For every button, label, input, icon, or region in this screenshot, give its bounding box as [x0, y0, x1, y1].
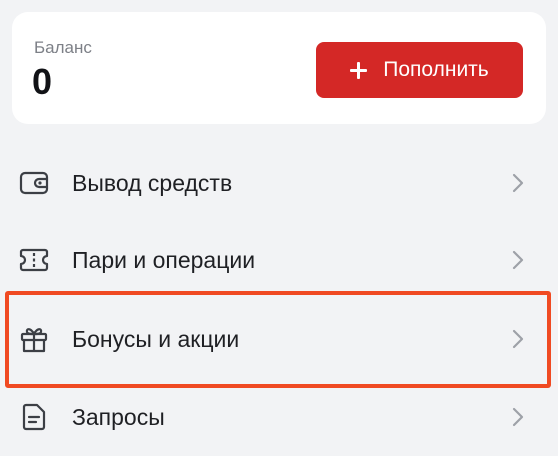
- menu-item-requests[interactable]: Запросы: [0, 381, 558, 453]
- menu-item-label: Бонусы и акции: [72, 325, 240, 352]
- balance-label: Баланс: [34, 38, 92, 57]
- document-icon: [18, 401, 50, 433]
- menu-item-label: Запросы: [72, 403, 165, 430]
- menu-item-bonuses[interactable]: Бонусы и акции: [0, 303, 558, 375]
- menu-item-label: Пари и операции: [72, 246, 256, 273]
- menu-item-label: Вывод средств: [72, 169, 233, 196]
- menu-item-bets[interactable]: Пари и операции: [0, 224, 558, 296]
- chevron-right-icon: [510, 171, 526, 195]
- chevron-right-icon: [510, 405, 526, 429]
- chevron-right-icon: [510, 327, 526, 351]
- plus-icon: [350, 61, 368, 79]
- ticket-icon: [18, 244, 50, 276]
- balance-card: Баланс 0 Пополнить: [12, 12, 546, 124]
- chevron-right-icon: [510, 248, 526, 272]
- menu-item-withdraw[interactable]: Вывод средств: [0, 147, 558, 219]
- account-menu-page: Баланс 0 Пополнить Вывод средств Пари и …: [0, 0, 558, 456]
- wallet-icon: [18, 167, 50, 199]
- balance-value: 0: [32, 61, 53, 102]
- topup-button[interactable]: Пополнить: [316, 42, 523, 98]
- topup-button-label: Пополнить: [383, 58, 489, 81]
- gift-icon: [18, 323, 50, 355]
